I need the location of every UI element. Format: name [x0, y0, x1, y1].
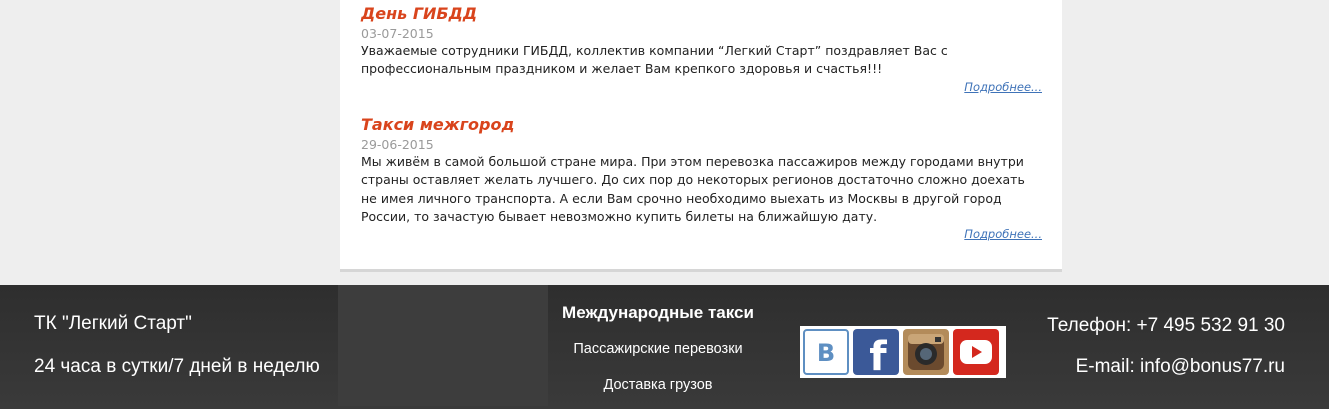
read-more-link[interactable]: Подробнее... — [361, 80, 1043, 94]
email[interactable]: E-mail: info@bonus77.ru — [1047, 354, 1285, 379]
svg-text:В: В — [817, 339, 835, 367]
footer: ТК "Легкий Старт" 24 часа в сутки/7 дней… — [0, 285, 1329, 409]
vk-icon[interactable]: В — [803, 329, 849, 375]
contacts: Телефон: +7 495 532 91 30 E-mail: info@b… — [1047, 313, 1285, 379]
facebook-icon[interactable]: f — [853, 329, 899, 375]
youtube-icon[interactable] — [953, 329, 999, 375]
news-list: День ГИБДД 03-07-2015 Уважаемые сотрудни… — [340, 0, 1062, 272]
news-title[interactable]: Такси межгород — [361, 114, 1043, 136]
svg-text:f: f — [869, 334, 887, 372]
news-date: 29-06-2015 — [361, 137, 434, 152]
footer-links-heading[interactable]: Международные такси — [548, 302, 768, 324]
news-text: Мы живём в самой большой стране мира. Пр… — [361, 154, 1025, 224]
social-links: В f — [800, 326, 1006, 378]
read-more-link[interactable]: Подробнее... — [361, 227, 1043, 241]
news-date: 03-07-2015 — [361, 26, 434, 41]
working-hours: 24 часа в сутки/7 дней в неделю — [34, 356, 320, 377]
company-name: ТК "Легкий Старт" — [34, 313, 192, 334]
news-item: Такси межгород 29-06-2015 Мы живём в сам… — [361, 114, 1043, 241]
footer-panel — [338, 285, 548, 406]
footer-links: Международные такси Пассажирские перевоз… — [548, 302, 768, 394]
news-title[interactable]: День ГИБДД — [361, 3, 1043, 25]
company-info: ТК "Легкий Старт" 24 часа в сутки/7 дней… — [34, 313, 320, 378]
phone[interactable]: Телефон: +7 495 532 91 30 — [1047, 313, 1285, 338]
footer-link-cargo[interactable]: Доставка грузов — [548, 376, 768, 394]
instagram-icon[interactable] — [903, 329, 949, 375]
news-text: Уважаемые сотрудники ГИБДД, коллектив ко… — [361, 43, 948, 77]
news-item: День ГИБДД 03-07-2015 Уважаемые сотрудни… — [361, 3, 1043, 94]
footer-link-passenger[interactable]: Пассажирские перевозки — [548, 340, 768, 358]
